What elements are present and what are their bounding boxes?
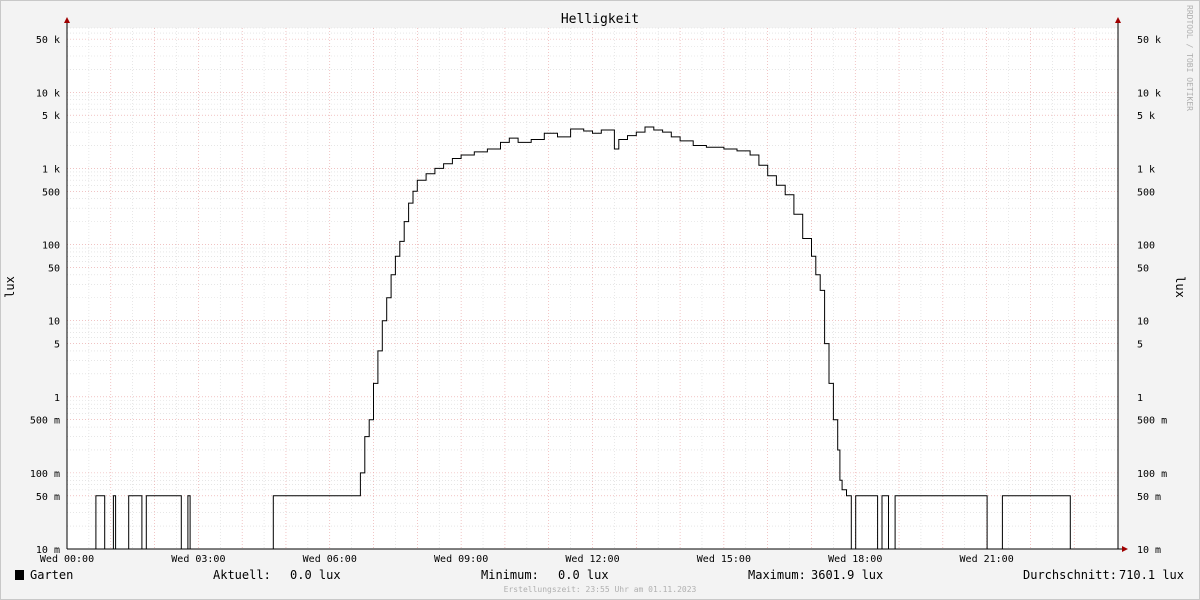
y-tick-label-right: 50 k — [1137, 35, 1161, 46]
y-tick-label-right: 1 k — [1137, 164, 1155, 175]
y-axis-label-left: lux — [3, 276, 17, 298]
y-tick-label-left: 50 m — [36, 492, 60, 503]
y-tick-label-left: 50 k — [36, 35, 60, 46]
y-tick-label-left: 100 — [42, 241, 60, 252]
legend-swatch — [15, 570, 24, 580]
y-tick-label-left: 1 — [54, 393, 60, 404]
footer-timestamp: Erstellungszeit: 23:55 Uhr am 01.11.2023 — [504, 585, 697, 594]
legend-avg-value: 710.1 lux — [1119, 568, 1184, 582]
legend-min-label: Minimum: — [481, 568, 539, 582]
chart-title: Helligkeit — [561, 12, 639, 27]
y-tick-label-right: 50 — [1137, 263, 1149, 274]
x-tick-label: Wed 21:00 — [960, 554, 1014, 565]
y-tick-label-right: 100 m — [1137, 469, 1167, 480]
y-tick-label-left: 500 — [42, 187, 60, 198]
legend-current-value: 0.0 lux — [290, 568, 341, 582]
y-tick-label-right: 10 — [1137, 317, 1149, 328]
x-tick-label: Wed 18:00 — [828, 554, 882, 565]
x-tick-label: Wed 00:00 — [40, 554, 94, 565]
y-axis-arrow-left — [64, 17, 70, 23]
y-tick-label-left: 500 m — [30, 416, 60, 427]
y-tick-label-right: 500 m — [1137, 416, 1167, 427]
x-tick-label: Wed 12:00 — [565, 554, 619, 565]
y-tick-label-right: 1 — [1137, 393, 1143, 404]
y-tick-label-left: 5 — [54, 340, 60, 351]
y-tick-label-right: 10 m — [1137, 545, 1161, 556]
y-tick-label-left: 50 — [48, 263, 60, 274]
y-tick-label-right: 50 m — [1137, 492, 1161, 503]
x-tick-label: Wed 15:00 — [697, 554, 751, 565]
y-tick-label-left: 5 k — [42, 111, 60, 122]
y-tick-label-right: 5 — [1137, 340, 1143, 351]
x-tick-label: Wed 06:00 — [303, 554, 357, 565]
legend-series-name: Garten — [30, 568, 73, 582]
legend-current-label: Aktuell: — [213, 568, 271, 582]
y-tick-label-left: 10 k — [36, 88, 60, 99]
y-tick-label-left: 1 k — [42, 164, 60, 175]
y-tick-label-left: 100 m — [30, 469, 60, 480]
y-ticks-right: 10 m 50 m 100 m 500 m 1 5 10 50 100 500 1 k 5 k 10 k… — [1137, 35, 1167, 556]
y-tick-label-left: 10 — [48, 317, 60, 328]
y-tick-label-right: 5 k — [1137, 111, 1155, 122]
helligkeit-chart: 10 m 50 m 100 m 500 m 1 5 10 50 100 500 1 k 5 k 10 k… — [3, 5, 1194, 594]
rrdtool-credit: RRDTOOL / TOBI OETIKER — [1185, 5, 1194, 111]
legend-min-value: 0.0 lux — [558, 568, 609, 582]
y-axis-label-right: lux — [1173, 276, 1187, 298]
y-axis-arrow-right — [1115, 17, 1121, 23]
legend-max-value: 3601.9 lux — [811, 568, 883, 582]
legend-max-label: Maximum: — [748, 568, 806, 582]
y-ticks-left: 10 m50 m100 m500 m1510501005001 k5 k10 k… — [30, 35, 60, 556]
y-tick-label-right: 500 — [1137, 187, 1155, 198]
x-axis-arrow — [1122, 546, 1128, 552]
x-tick-label: Wed 03:00 — [171, 554, 225, 565]
x-tick-label: Wed 09:00 — [434, 554, 488, 565]
x-ticks: Wed 00:00 Wed 03:00 Wed 06:00 Wed 09:00 Wed … — [40, 554, 1014, 565]
y-tick-label-right: 100 — [1137, 241, 1155, 252]
y-tick-label-right: 10 k — [1137, 88, 1161, 99]
legend-avg-label: Durchschnitt: — [1023, 568, 1117, 582]
